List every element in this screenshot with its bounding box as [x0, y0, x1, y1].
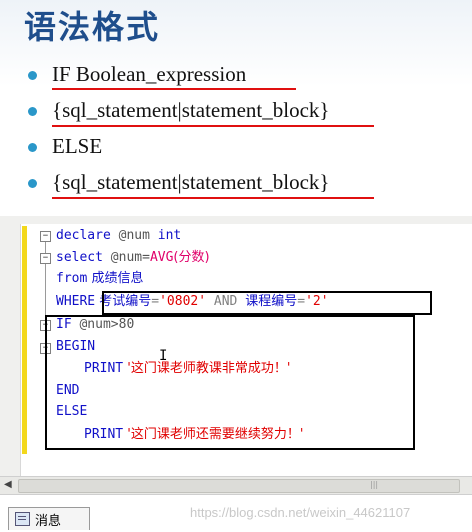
sql-keyword: WHERE: [56, 294, 96, 309]
bullet-item: IF Boolean_expression: [28, 62, 468, 98]
bullet-item: {sql_statement|statement_block}: [28, 170, 468, 206]
bullet-item: {sql_statement|statement_block}: [28, 98, 468, 134]
collapse-icon[interactable]: −: [40, 253, 51, 264]
red-underline: [52, 197, 374, 199]
bullet-text: ELSE: [52, 134, 103, 158]
sql-function: AVG: [149, 250, 174, 265]
sql-keyword: from: [56, 271, 88, 286]
bullet-text: IF Boolean_expression: [52, 62, 247, 86]
tab-messages-label: 消息: [35, 514, 62, 529]
red-underline: [52, 88, 296, 90]
slide-section: 语法格式 IF Boolean_expression {sql_statemen…: [0, 0, 472, 216]
results-tab-bar: 消息 https://blog.csdn.net/weixin_44621107: [0, 494, 472, 532]
watermark: https://blog.csdn.net/weixin_44621107: [190, 505, 411, 520]
bullet-item: ELSE: [28, 134, 468, 170]
scrollbar-grip-icon: |||: [370, 480, 379, 489]
variable: @num=: [102, 250, 150, 265]
bullet-dot-icon: [28, 107, 37, 116]
red-underline: [52, 125, 374, 127]
code-line[interactable]: declare @num int: [56, 226, 181, 246]
highlight-box-where: [102, 291, 432, 315]
slide-title: 语法格式: [24, 8, 161, 46]
text-cursor-icon: I: [159, 348, 168, 364]
horizontal-scrollbar[interactable]: ◀ |||: [0, 476, 472, 494]
sql-keyword: select: [56, 250, 103, 265]
sql-type: int: [157, 228, 182, 243]
sql-keyword: declare: [56, 228, 111, 243]
highlight-box-if-else: [45, 315, 415, 450]
bullet-dot-icon: [28, 143, 37, 152]
function-argument: (分数): [173, 250, 210, 265]
scrollbar-thumb[interactable]: [18, 479, 460, 493]
bullet-dot-icon: [28, 71, 37, 80]
code-line[interactable]: from 成绩信息: [56, 269, 143, 289]
change-marker: [22, 226, 27, 454]
scroll-left-arrow-icon[interactable]: ◀: [4, 479, 12, 490]
variable: @num: [110, 228, 158, 243]
table-name: 成绩信息: [87, 271, 144, 286]
code-line[interactable]: select @num=AVG(分数): [56, 248, 210, 268]
messages-icon: [15, 512, 30, 526]
bullet-text: {sql_statement|statement_block}: [52, 98, 330, 122]
bullet-text: {sql_statement|statement_block}: [52, 170, 330, 194]
bullet-list: IF Boolean_expression {sql_statement|sta…: [28, 62, 468, 206]
bullet-dot-icon: [28, 179, 37, 188]
collapse-icon[interactable]: −: [40, 231, 51, 242]
tab-messages[interactable]: 消息: [8, 507, 90, 530]
